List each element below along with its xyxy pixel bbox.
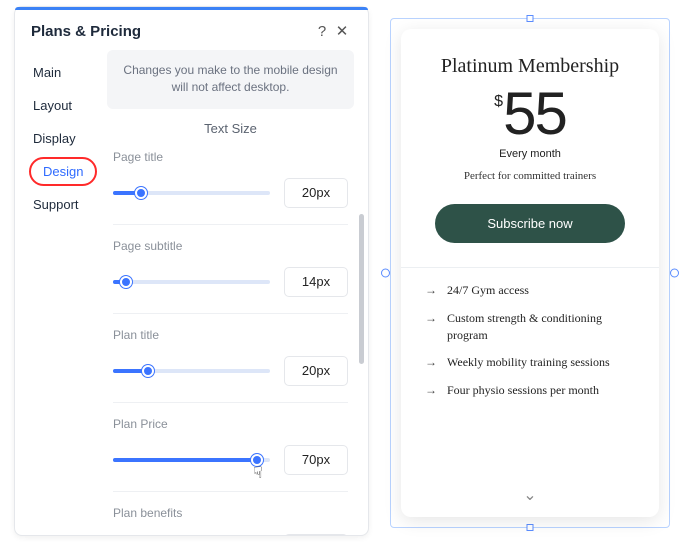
slider-label: Plan title (113, 328, 348, 342)
list-item: → Weekly mobility training sessions (425, 354, 635, 371)
slider-track[interactable] (113, 369, 270, 373)
benefit-text: Custom strength & conditioning program (447, 310, 635, 344)
arrow-right-icon: → (425, 382, 437, 399)
plan-period: Every month (421, 148, 639, 160)
panel-header: Plans & Pricing ? ✕ (15, 10, 368, 50)
slider-plan-price: Plan Price 70px ☟ (113, 417, 348, 475)
tab-design[interactable]: Design (29, 157, 97, 186)
list-item: → 24/7 Gym access (425, 282, 635, 299)
plan-preview-card: Platinum Membership $55 Every month Perf… (401, 29, 659, 517)
section-title: Text Size (107, 121, 354, 136)
currency-symbol: $ (494, 94, 503, 110)
plan-price: 55 (503, 80, 566, 147)
content-area: Changes you make to the mobile design wi… (107, 50, 368, 535)
slider-value-input[interactable]: 20px (284, 356, 348, 386)
scrollbar-thumb[interactable] (359, 214, 364, 364)
slider-value-input[interactable]: 20px (284, 178, 348, 208)
plan-price-row: $55 (421, 84, 639, 144)
plan-title: Platinum Membership (421, 55, 639, 78)
tabs-list: Main Layout Display Design Support (15, 50, 107, 535)
divider (113, 491, 348, 492)
close-icon[interactable]: ✕ (332, 22, 352, 40)
divider (113, 224, 348, 225)
slider-label: Plan Price (113, 417, 348, 431)
resize-handle-right[interactable] (670, 269, 679, 278)
settings-panel: Plans & Pricing ? ✕ Main Layout Display … (14, 6, 369, 536)
plan-subtitle: Perfect for committed trainers (421, 170, 639, 182)
chevron-down-icon[interactable]: ⌄ (421, 485, 639, 505)
tab-support[interactable]: Support (15, 188, 107, 221)
slider-thumb[interactable] (135, 187, 147, 199)
arrow-right-icon: → (425, 354, 437, 371)
scrollbar[interactable] (359, 128, 364, 468)
slider-track[interactable] (113, 280, 270, 284)
help-icon[interactable]: ? (312, 23, 332, 40)
resize-handle-bottom[interactable] (527, 524, 534, 531)
arrow-right-icon: → (425, 310, 437, 344)
benefit-text: Four physio sessions per month (447, 382, 599, 399)
arrow-right-icon: → (425, 282, 437, 299)
slider-thumb[interactable] (142, 365, 154, 377)
mobile-notice: Changes you make to the mobile design wi… (107, 50, 354, 109)
subscribe-button[interactable]: Subscribe now (435, 204, 625, 243)
slider-plan-benefits: Plan benefits 14px (113, 506, 348, 535)
tab-layout[interactable]: Layout (15, 89, 107, 122)
benefit-text: Weekly mobility training sessions (447, 354, 610, 371)
card-divider (401, 267, 659, 268)
slider-label: Page subtitle (113, 239, 348, 253)
panel-title: Plans & Pricing (31, 23, 312, 40)
slider-plan-title: Plan title 20px (113, 328, 348, 386)
cursor-hand-icon: ☟ (253, 463, 263, 483)
divider (113, 313, 348, 314)
slider-page-subtitle: Page subtitle 14px (113, 239, 348, 297)
slider-page-title: Page title 20px (113, 150, 348, 208)
slider-label: Plan benefits (113, 506, 348, 520)
slider-thumb[interactable] (120, 276, 132, 288)
tab-display[interactable]: Display (15, 122, 107, 155)
tab-main[interactable]: Main (15, 56, 107, 89)
list-item: → Four physio sessions per month (425, 382, 635, 399)
slider-track[interactable] (113, 191, 270, 195)
slider-value-input[interactable]: 70px (284, 445, 348, 475)
resize-handle-top[interactable] (527, 15, 534, 22)
slider-value-input[interactable]: 14px (284, 267, 348, 297)
benefit-text: 24/7 Gym access (447, 282, 529, 299)
benefits-list: → 24/7 Gym access → Custom strength & cond… (421, 282, 639, 410)
slider-value-input[interactable]: 14px (284, 534, 348, 535)
divider (113, 402, 348, 403)
slider-label: Page title (113, 150, 348, 164)
slider-thumb[interactable] (251, 454, 263, 466)
slider-track[interactable] (113, 458, 270, 462)
list-item: → Custom strength & conditioning program (425, 310, 635, 344)
preview-selection[interactable]: Platinum Membership $55 Every month Perf… (390, 18, 670, 528)
resize-handle-left[interactable] (381, 269, 390, 278)
